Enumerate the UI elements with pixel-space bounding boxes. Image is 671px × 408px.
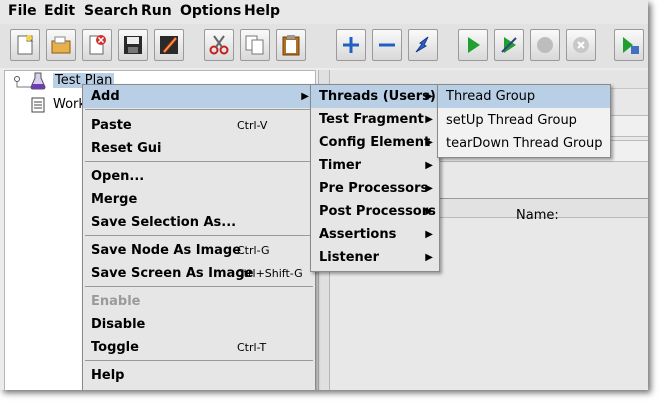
- menu-options[interactable]: Options: [180, 3, 241, 19]
- expand-icon: [343, 37, 359, 53]
- shutdown-button[interactable]: [566, 29, 596, 61]
- add-submenu: Threads (Users) ▶ Test Fragment ▶ Config E…: [310, 84, 440, 272]
- submenu-arrow-icon: ▶: [425, 229, 433, 240]
- menu-search[interactable]: Search: [84, 3, 138, 19]
- expand-all-button[interactable]: [336, 29, 366, 61]
- submenu-item-teardown-thread-group[interactable]: tearDown Thread Group: [438, 132, 610, 155]
- menu-separator: [85, 109, 313, 110]
- menu-help[interactable]: Help: [244, 3, 280, 19]
- remote-start-button[interactable]: [614, 29, 644, 61]
- tree-node-workbench[interactable]: Work: [53, 97, 86, 112]
- copy-icon: [245, 35, 264, 55]
- menu-bar: File Edit Search Run Options Help: [0, 0, 648, 24]
- threads-submenu: Thread Group setUp Thread Group tearDown…: [437, 84, 611, 158]
- start-icon: [468, 37, 480, 53]
- menu-item-merge[interactable]: Merge: [83, 188, 315, 211]
- menu-item-toggle[interactable]: Toggle Ctrl-T: [83, 336, 315, 359]
- submenu-item-timer[interactable]: Timer ▶: [311, 154, 439, 177]
- paste-button[interactable]: [276, 29, 306, 61]
- submenu-arrow-icon: ▶: [425, 114, 433, 125]
- open-icon: [51, 36, 71, 54]
- submenu-item-listener[interactable]: Listener ▶: [311, 246, 439, 269]
- menu-item-help[interactable]: Help: [83, 364, 315, 387]
- menu-item-save-node-image[interactable]: Save Node As Image Ctrl-G: [83, 239, 315, 262]
- flask-icon: [30, 72, 46, 90]
- new-button[interactable]: [10, 29, 40, 61]
- remote-start-icon: [623, 37, 639, 54]
- menu-item-add[interactable]: Add ▶: [83, 85, 315, 108]
- toggle-button[interactable]: [408, 29, 438, 61]
- submenu-item-test-fragment[interactable]: Test Fragment ▶: [311, 108, 439, 131]
- submenu-arrow-icon: ▶: [425, 252, 433, 263]
- paste-icon: [282, 35, 300, 56]
- submenu-item-assertions[interactable]: Assertions ▶: [311, 223, 439, 246]
- submenu-item-post-processors[interactable]: Post Processors ▶: [311, 200, 439, 223]
- shutdown-icon: [573, 37, 589, 53]
- submenu-item-threads[interactable]: Threads (Users) ▶: [311, 85, 439, 108]
- submenu-arrow-icon: ▶: [425, 160, 433, 171]
- start-button[interactable]: [458, 29, 488, 61]
- menu-item-open[interactable]: Open...: [83, 165, 315, 188]
- submenu-arrow-icon: ▶: [425, 91, 433, 102]
- start-no-pause-button[interactable]: [494, 29, 524, 61]
- submenu-item-setup-thread-group[interactable]: setUp Thread Group: [438, 109, 610, 132]
- toggle-icon: [415, 36, 429, 53]
- save-button[interactable]: [118, 29, 148, 61]
- submenu-item-thread-group[interactable]: Thread Group: [438, 85, 610, 108]
- stop-icon: [537, 37, 553, 53]
- submenu-arrow-icon: ▶: [425, 206, 433, 217]
- stop-button[interactable]: [530, 29, 560, 61]
- new-icon: [17, 34, 34, 55]
- save-as-button[interactable]: [154, 29, 184, 61]
- submenu-arrow-icon: ▶: [425, 137, 433, 148]
- submenu-item-pre-processors[interactable]: Pre Processors ▶: [311, 177, 439, 200]
- menu-edit[interactable]: Edit: [44, 3, 75, 19]
- submenu-arrow-icon: ▶: [425, 183, 433, 194]
- context-menu: Add ▶ Paste Ctrl-V Reset Gui Open... Merge…: [82, 84, 316, 390]
- collapse-icon: [379, 43, 395, 47]
- open-button[interactable]: [46, 29, 76, 61]
- menu-run[interactable]: Run: [141, 3, 172, 19]
- copy-button[interactable]: [240, 29, 270, 61]
- workbench-icon: [31, 97, 45, 113]
- menu-file[interactable]: File: [8, 3, 37, 19]
- menu-item-reset-gui[interactable]: Reset Gui: [83, 137, 315, 160]
- menu-separator: [85, 235, 313, 236]
- save-icon: [124, 36, 142, 54]
- cut-button[interactable]: [204, 29, 234, 61]
- menu-separator: [85, 161, 313, 162]
- menu-item-enable: Enable: [91, 294, 141, 309]
- menu-item-paste[interactable]: Paste Ctrl-V: [83, 114, 315, 137]
- close-icon: [89, 35, 106, 55]
- menu-item-disable[interactable]: Disable: [83, 313, 315, 336]
- close-button[interactable]: [82, 29, 112, 61]
- jmeter-window: File Edit Search Run Options Help Test P…: [0, 0, 648, 390]
- save-as-icon: [160, 36, 178, 54]
- toolbar: [0, 24, 648, 69]
- submenu-item-config-element[interactable]: Config Element ▶: [311, 131, 439, 154]
- start-no-pause-icon: [501, 37, 517, 53]
- menu-item-save-screen-image[interactable]: Save Screen As Image Ctrl+Shift-G: [83, 262, 315, 285]
- menu-item-save-selection[interactable]: Save Selection As...: [83, 211, 315, 234]
- collapse-all-button[interactable]: [372, 29, 402, 61]
- name-column-label: Name:: [516, 208, 559, 223]
- menu-separator: [85, 360, 313, 361]
- cut-icon: [209, 35, 229, 55]
- menu-separator: [85, 286, 313, 287]
- submenu-arrow-icon: ▶: [301, 91, 309, 102]
